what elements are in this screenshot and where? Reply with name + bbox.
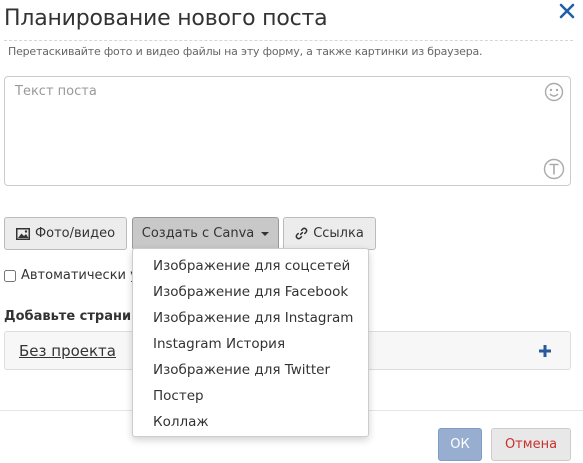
auto-checkbox[interactable] bbox=[4, 269, 16, 282]
image-icon bbox=[15, 227, 30, 240]
post-text-area bbox=[4, 76, 571, 186]
auto-option: Автоматически у bbox=[4, 268, 138, 283]
project-link[interactable]: Без проекта bbox=[19, 342, 116, 360]
post-text-input[interactable] bbox=[5, 77, 570, 185]
photo-video-label: Фото/видео bbox=[34, 226, 116, 241]
link-icon bbox=[295, 227, 308, 240]
emoji-icon[interactable] bbox=[544, 82, 564, 102]
cancel-button[interactable]: Отмена bbox=[491, 428, 571, 461]
dialog-title: Планирование нового поста bbox=[4, 6, 328, 31]
caret-down-icon bbox=[261, 231, 270, 236]
photo-video-button[interactable]: Фото/видео bbox=[4, 217, 127, 250]
create-canva-button[interactable]: Создать с Canva bbox=[132, 217, 279, 250]
menu-item-twitter-image[interactable]: Изображение для Twitter bbox=[133, 357, 368, 383]
auto-option-label: Автоматически у bbox=[21, 268, 138, 283]
menu-item-collage[interactable]: Коллаж bbox=[133, 409, 368, 435]
ok-button[interactable]: ОК bbox=[438, 428, 482, 461]
link-button[interactable]: Ссылка bbox=[283, 217, 376, 250]
close-icon bbox=[559, 3, 575, 19]
menu-item-instagram-image[interactable]: Изображение для Instagram bbox=[133, 305, 368, 331]
pages-section-label: Добавьте страниц bbox=[4, 309, 141, 324]
text-format-icon[interactable] bbox=[543, 158, 565, 180]
link-label: Ссылка bbox=[313, 226, 364, 241]
create-canva-label: Создать с Canva bbox=[141, 226, 255, 241]
drop-hint: Перетаскивайте фото и видео файлы на эту… bbox=[8, 45, 483, 58]
menu-item-facebook-image[interactable]: Изображение для Facebook bbox=[133, 279, 368, 305]
canva-dropdown-menu: Изображение для соцсетей Изображение для… bbox=[132, 248, 369, 437]
plus-icon[interactable] bbox=[538, 344, 552, 358]
menu-item-poster[interactable]: Постер bbox=[133, 383, 368, 409]
menu-item-social-image[interactable]: Изображение для соцсетей bbox=[133, 253, 368, 279]
close-button[interactable] bbox=[556, 0, 578, 22]
menu-item-instagram-story[interactable]: Instagram История bbox=[133, 331, 368, 357]
